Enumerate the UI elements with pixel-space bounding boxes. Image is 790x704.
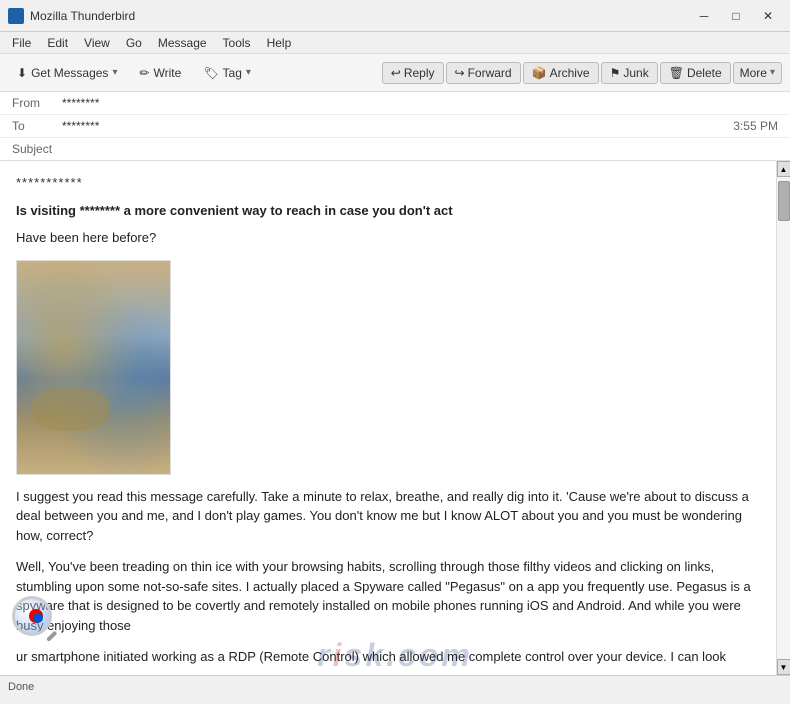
email-paragraph2-cont: ur smartphone initiated working as a RDP… bbox=[16, 647, 760, 667]
menu-message[interactable]: Message bbox=[150, 34, 215, 52]
email-image bbox=[16, 260, 171, 475]
get-messages-icon: ⬇ bbox=[17, 66, 27, 80]
to-value: ******** bbox=[62, 119, 733, 133]
write-button[interactable]: ✏ Write bbox=[130, 61, 190, 85]
menu-file[interactable]: File bbox=[4, 34, 39, 52]
delete-icon: 🗑 bbox=[669, 66, 684, 80]
app-icon bbox=[8, 8, 24, 24]
reply-button[interactable]: ↩ Reply bbox=[382, 62, 444, 84]
email-time: 3:55 PM bbox=[733, 119, 778, 133]
tag-button[interactable]: 🏷 Tag ▾ bbox=[194, 61, 260, 85]
archive-label: Archive bbox=[550, 66, 590, 80]
from-label: From bbox=[12, 96, 62, 110]
menu-go[interactable]: Go bbox=[118, 34, 150, 52]
p2-cont-text: ur smartphone initiated working as a RDP… bbox=[16, 649, 726, 664]
email-content[interactable]: *********** Is visiting ******** a more … bbox=[0, 161, 776, 675]
email-intro: Have been here before? bbox=[16, 228, 760, 248]
toolbar: ⬇ Get Messages ▾ ✏ Write 🏷 Tag ▾ ↩ Reply… bbox=[0, 54, 790, 92]
menu-view[interactable]: View bbox=[76, 34, 118, 52]
junk-button[interactable]: ⚑ Junk bbox=[601, 62, 658, 84]
status-text: Done bbox=[8, 681, 34, 693]
write-icon: ✏ bbox=[139, 66, 149, 80]
reply-label: Reply bbox=[404, 66, 435, 80]
email-asterisks: *********** bbox=[16, 173, 760, 193]
window-title: Mozilla Thunderbird bbox=[30, 9, 690, 23]
email-paragraph2: Well, You've been treading on thin ice w… bbox=[16, 557, 760, 635]
status-bar: Done bbox=[0, 675, 790, 697]
menu-edit[interactable]: Edit bbox=[39, 34, 76, 52]
delete-label: Delete bbox=[687, 66, 722, 80]
email-bold-line: Is visiting ******** a more convenient w… bbox=[16, 201, 760, 221]
more-arrow: ▾ bbox=[770, 67, 775, 78]
forward-button[interactable]: ↪ Forward bbox=[446, 62, 521, 84]
scroll-up-button[interactable]: ▲ bbox=[777, 161, 790, 177]
tag-arrow: ▾ bbox=[246, 67, 251, 78]
maximize-button[interactable]: □ bbox=[722, 6, 750, 26]
get-messages-button[interactable]: ⬇ Get Messages ▾ bbox=[8, 61, 126, 85]
junk-icon: ⚑ bbox=[610, 66, 621, 80]
minimize-button[interactable]: ─ bbox=[690, 6, 718, 26]
email-paragraph1: I suggest you read this message carefull… bbox=[16, 487, 760, 546]
write-label: Write bbox=[154, 66, 182, 80]
get-messages-arrow: ▾ bbox=[112, 67, 117, 78]
scrollbar[interactable]: ▲ ▼ bbox=[776, 161, 790, 675]
menu-help[interactable]: Help bbox=[259, 34, 300, 52]
forward-icon: ↪ bbox=[455, 66, 465, 80]
scroll-track[interactable] bbox=[777, 177, 790, 659]
from-field: From ******** bbox=[0, 92, 790, 115]
tag-label: Tag bbox=[223, 66, 242, 80]
window-controls: ─ □ ✕ bbox=[690, 6, 782, 26]
email-header: From ******** To ******** 3:55 PM Subjec… bbox=[0, 92, 790, 161]
get-messages-label: Get Messages bbox=[31, 66, 108, 80]
delete-button[interactable]: 🗑 Delete bbox=[660, 62, 731, 84]
forward-label: Forward bbox=[468, 66, 512, 80]
email-action-buttons: ↩ Reply ↪ Forward 📦 Archive ⚑ Junk 🗑 Del… bbox=[382, 62, 782, 84]
archive-icon: 📦 bbox=[532, 66, 547, 80]
title-bar: Mozilla Thunderbird ─ □ ✕ bbox=[0, 0, 790, 32]
to-label: To bbox=[12, 119, 62, 133]
email-paragraph2-text: Well, You've been treading on thin ice w… bbox=[16, 559, 751, 633]
more-label: More bbox=[740, 66, 767, 80]
close-button[interactable]: ✕ bbox=[754, 6, 782, 26]
archive-button[interactable]: 📦 Archive bbox=[523, 62, 599, 84]
subject-label: Subject bbox=[12, 142, 62, 156]
from-value: ******** bbox=[62, 96, 778, 110]
menu-tools[interactable]: Tools bbox=[215, 34, 259, 52]
scroll-thumb[interactable] bbox=[778, 181, 790, 221]
reply-icon: ↩ bbox=[391, 66, 401, 80]
email-content-wrapper: *********** Is visiting ******** a more … bbox=[0, 161, 790, 675]
menu-bar: File Edit View Go Message Tools Help bbox=[0, 32, 790, 54]
tag-icon: 🏷 bbox=[203, 66, 218, 80]
subject-field: Subject bbox=[0, 138, 790, 160]
to-field: To ******** 3:55 PM bbox=[0, 115, 790, 138]
scroll-down-button[interactable]: ▼ bbox=[777, 659, 790, 675]
more-button[interactable]: More ▾ bbox=[733, 62, 782, 84]
junk-label: Junk bbox=[623, 66, 648, 80]
